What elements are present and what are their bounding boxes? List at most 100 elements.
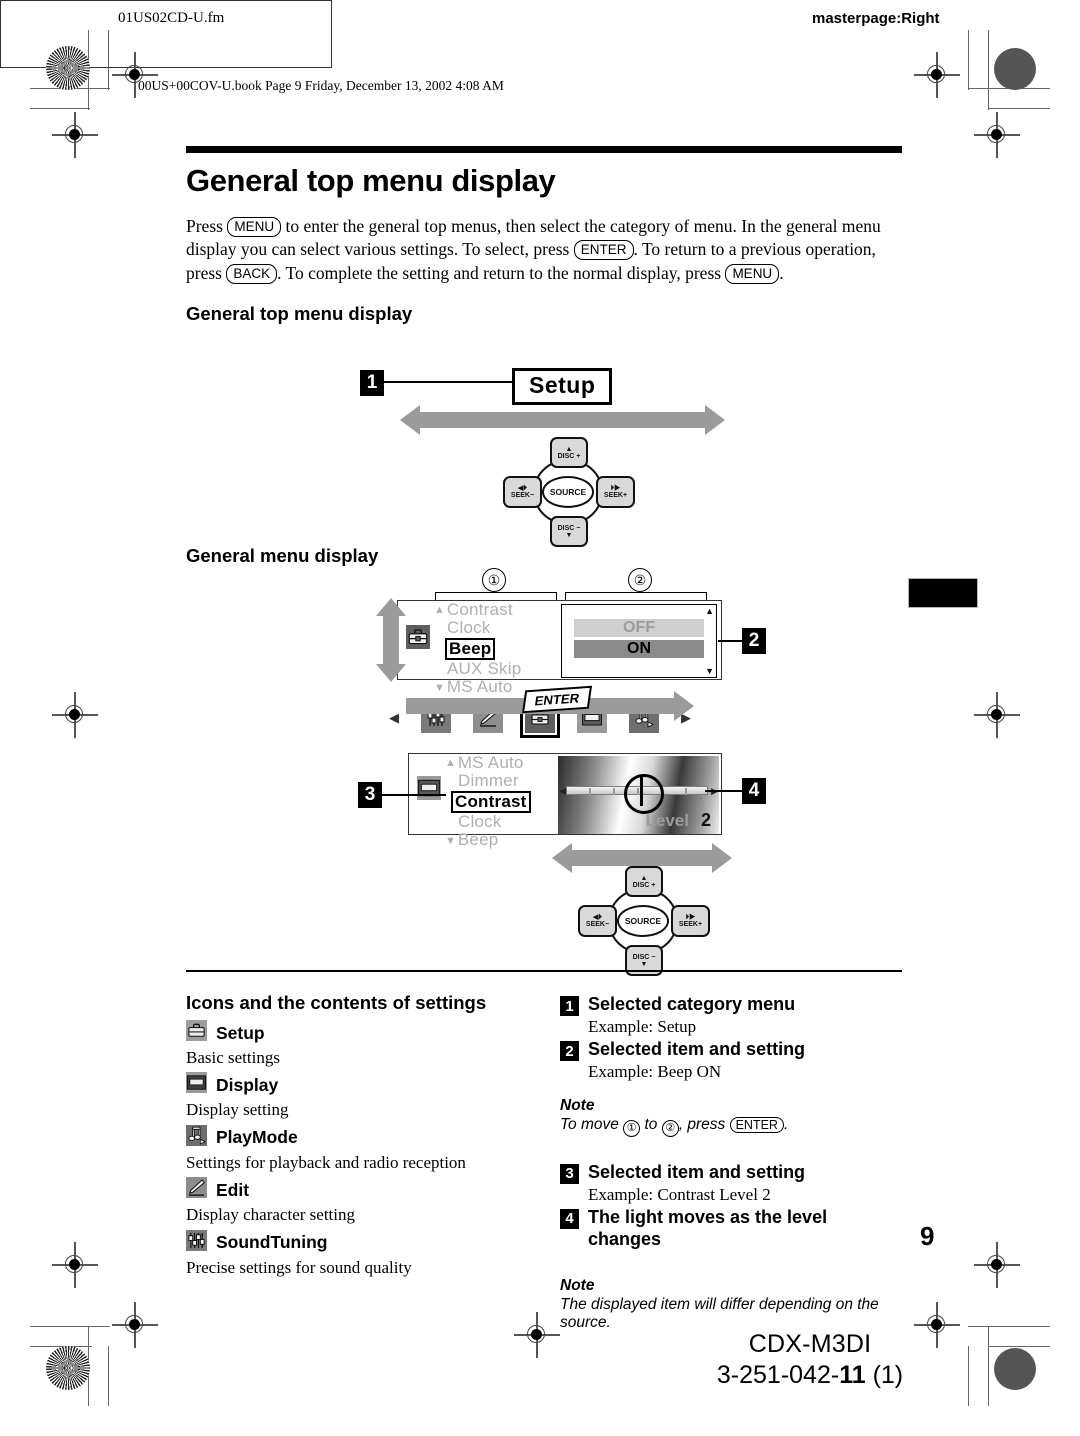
icon-label-soundtuning: SoundTuning <box>216 1232 328 1253</box>
seek-right-glyph: ⏵▶ <box>610 485 621 492</box>
callout-3: 3 <box>358 782 382 808</box>
page-number: 9 <box>920 1221 935 1251</box>
legend-item-1: 1 Selected category menu <box>560 993 905 1016</box>
joystick-seek-right-2[interactable]: ⏵▶ SEEK+ <box>671 905 710 937</box>
menu-item-beep[interactable]: Beep <box>458 831 499 850</box>
legend-label-3: Selected item and setting <box>588 1161 806 1182</box>
seek-right-label: SEEK+ <box>603 492 628 499</box>
legend-label-4: The light moves as the level changes <box>588 1206 828 1250</box>
level-knob-highlight <box>624 774 664 814</box>
joystick-source-button-2[interactable]: SOURCE <box>617 905 669 937</box>
top-menu-display-frame: ◀ ▶ <box>0 0 691 739</box>
callout-4: 4 <box>742 778 766 804</box>
joystick-source-button[interactable]: SOURCE <box>542 476 594 508</box>
legend-example-1: Example: Setup <box>588 1017 697 1036</box>
joystick-control[interactable]: ▲ DISC + DISC − ▼ ◀⏵ SEEK− ⏵▶ SEEK+ SOUR… <box>503 437 635 547</box>
selected-category-label: Setup <box>512 368 613 405</box>
menu-item-list[interactable]: ▲ Contrast Clock Beep AUX Skip ▼ MS Auto <box>434 600 556 696</box>
joystick-disc-up[interactable]: ▲ DISC + <box>550 437 588 468</box>
note1-mid: to <box>644 1115 658 1133</box>
edit-icon <box>186 1177 207 1203</box>
level-value: 2 <box>700 810 711 830</box>
icon-desc-display: Display setting <box>186 1100 289 1120</box>
note-2-body: The displayed item will differ depending… <box>560 1295 879 1331</box>
scroll-up-caret[interactable]: ▲ <box>434 604 445 616</box>
callout-4-leader <box>705 790 745 793</box>
menu-value-column[interactable]: ▲ ▼ OFF ON <box>561 604 717 678</box>
nav-left-icon[interactable]: ◀ <box>389 710 399 726</box>
menu-item-contrast[interactable]: Contrast <box>451 790 531 814</box>
legend-label-2: Selected item and setting <box>588 1039 806 1060</box>
menu-item-aux-skip[interactable]: AUX Skip <box>447 659 556 678</box>
marker-circle-1: ① <box>482 568 506 592</box>
icon-desc-setup: Basic settings <box>186 1048 280 1067</box>
section-divider <box>186 970 902 972</box>
menu-item-ms-auto[interactable]: MS Auto <box>458 753 524 772</box>
callout-1-leader <box>384 381 514 384</box>
note1-pre: To move <box>560 1115 619 1133</box>
menu-item-clock[interactable]: Clock <box>447 618 556 637</box>
note-1-heading: Note <box>560 1096 595 1114</box>
icon-desc-edit: Display character setting <box>186 1205 355 1225</box>
joystick-seek-left[interactable]: ◀⏵ SEEK− <box>503 476 542 508</box>
note1-enter-key[interactable]: ENTER <box>729 1116 784 1133</box>
slider-minus-label: − <box>570 794 575 803</box>
joystick-disc-down[interactable]: DISC − ▼ <box>550 516 588 547</box>
level-scroll-up-caret[interactable]: ▲ <box>445 757 456 769</box>
icon-desc-soundtuning: Precise settings for sound quality <box>186 1257 412 1277</box>
thumb-index-tab <box>908 578 978 608</box>
note-2-heading: Note <box>560 1276 595 1294</box>
setup-icon <box>186 1020 207 1046</box>
value-scroll-up-caret[interactable]: ▲ <box>705 606 714 616</box>
note1-end: . <box>783 1115 789 1133</box>
playmode-icon <box>186 1124 207 1151</box>
level-gradient-panel: ◀ ▶ − + Level 2 <box>558 756 719 834</box>
legend-num-4: 4 <box>560 1208 579 1229</box>
icon-entry-soundtuning: SoundTuning <box>186 1229 536 1256</box>
footer: CDX-M3DI 3-251-042-11 (1) <box>660 1330 960 1390</box>
value-on[interactable]: ON <box>574 640 704 658</box>
icon-entry-edit: Edit <box>186 1177 536 1203</box>
value-scroll-down-caret[interactable]: ▼ <box>705 666 714 676</box>
slider-left-arrow-icon[interactable]: ◀ <box>559 786 566 797</box>
disc-down-label-2: DISC − <box>632 953 656 961</box>
callout-2-leader <box>718 640 744 643</box>
menu-item-dimmer[interactable]: Dimmer <box>458 771 563 790</box>
icon-entry-playmode: PlayMode <box>186 1124 536 1151</box>
joystick-seek-right[interactable]: ⏵▶ SEEK+ <box>596 476 635 508</box>
callout-2: 2 <box>742 628 766 654</box>
code-prefix: 3-251-042- <box>716 1361 840 1389</box>
down-caret-2: ▼ <box>640 960 648 968</box>
icon-label-setup: Setup <box>216 1022 265 1043</box>
icons-contents-section: Icons and the contents of settings Setup… <box>186 992 536 1278</box>
note1-post: , press <box>678 1115 726 1133</box>
code-bold: 11 <box>839 1361 866 1389</box>
callout-1: 1 <box>360 370 384 396</box>
seek-right-label-2: SEEK+ <box>678 921 703 928</box>
legend-item-2: 2 Selected item and setting <box>560 1038 905 1062</box>
horizontal-scroll-arrow <box>400 405 725 435</box>
slider-plus-label: + <box>698 794 703 803</box>
menu-item-clock[interactable]: Clock <box>458 812 563 831</box>
enter-key-diagram[interactable]: ENTER <box>521 685 593 714</box>
seek-left-glyph-2: ◀⏵ <box>593 914 602 921</box>
enter-transition-arrow: ENTER <box>406 685 722 722</box>
joystick-disc-up-2[interactable]: ▲ DISC + <box>625 866 663 897</box>
level-display-frame: ▲ MS Auto Dimmer Contrast Clock ▼ Beep ◀… <box>408 753 722 849</box>
level-menu-item-list[interactable]: ▲ MS Auto Dimmer Contrast Clock ▼ Beep <box>445 753 563 849</box>
menu-item-contrast[interactable]: Contrast <box>447 600 513 619</box>
icon-entry-display: Display <box>186 1072 536 1098</box>
subheading-menu-display: General menu display <box>186 545 379 566</box>
level-scroll-down-caret[interactable]: ▼ <box>445 835 456 847</box>
value-off[interactable]: OFF <box>574 619 704 637</box>
note-1-body: To move ① to ②, press ENTER. <box>560 1116 905 1137</box>
seek-right-glyph-2: ⏵▶ <box>685 914 696 921</box>
code-suffix: (1) <box>865 1361 904 1389</box>
joystick-seek-left-2[interactable]: ◀⏵ SEEK− <box>578 905 617 937</box>
seek-left-glyph: ◀⏵ <box>518 485 527 492</box>
icon-label-playmode: PlayMode <box>216 1127 298 1148</box>
general-menu-display-frame: ▲ Contrast Clock Beep AUX Skip ▼ MS Auto… <box>397 600 722 696</box>
joystick-control-2[interactable]: ▲ DISC + DISC − ▼ ◀⏵ SEEK− ⏵▶ SEEK+ SOUR… <box>578 866 710 976</box>
legend-num-1: 1 <box>560 996 579 1016</box>
menu-item-beep[interactable]: Beep <box>445 637 496 661</box>
